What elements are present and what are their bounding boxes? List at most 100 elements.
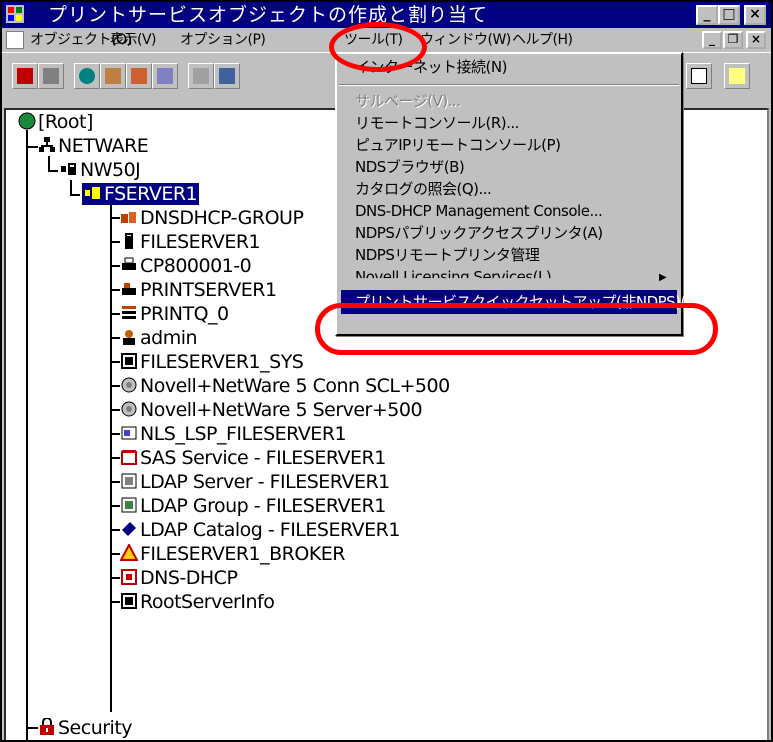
license-icon (120, 376, 138, 394)
lsp-icon (120, 424, 138, 442)
tree-line (48, 156, 50, 170)
user-icon[interactable] (100, 63, 126, 89)
child-server-license[interactable]: Novell+NetWare 5 Server+500 (120, 398, 423, 422)
tree-line (110, 457, 120, 459)
dns-dhcp-icon (120, 568, 138, 586)
menu-options[interactable]: オプション(P) (180, 30, 266, 50)
minimize-button[interactable]: _ (696, 5, 718, 25)
menu-separator (339, 84, 679, 86)
tree-line (26, 130, 28, 740)
tree-org[interactable]: NETWARE (38, 134, 149, 158)
security-icon (38, 716, 56, 736)
printer-icon (120, 256, 138, 274)
child-fileserver1[interactable]: FILESERVER1 (120, 230, 261, 254)
exit-icon[interactable] (12, 63, 38, 89)
child-printq[interactable]: PRINTQ_0 (120, 302, 229, 326)
broker-icon (119, 542, 139, 562)
tree-node-label: DNSDHCP-GROUP (140, 207, 304, 229)
tree-security[interactable]: Security (38, 716, 133, 740)
tree-line (110, 505, 120, 507)
child-ldap-group[interactable]: LDAP Group - FILESERVER1 (120, 494, 386, 518)
tree-line (110, 577, 120, 579)
tree-line (70, 194, 80, 196)
document-icon[interactable] (6, 31, 24, 49)
tree-line (70, 180, 72, 194)
tree-line (110, 217, 120, 219)
tree-line (26, 146, 38, 148)
tree-line (110, 289, 120, 291)
menu-item-dns-dhcp-console[interactable]: DNS-DHCP Management Console... (355, 200, 603, 222)
queue-icon[interactable] (152, 63, 178, 89)
tree-line (110, 433, 120, 435)
menu-item-catalog-query[interactable]: カタログの照会(Q)... (355, 178, 492, 200)
object-icon[interactable] (74, 63, 100, 89)
submenu-arrow-icon: ▶ (659, 272, 667, 283)
volume-icon (120, 352, 138, 370)
tree-root[interactable]: [Root] (18, 110, 93, 134)
nwadmin-app-icon[interactable] (6, 5, 24, 23)
tree-line (110, 361, 120, 363)
menu-item-ndps-public-printer[interactable]: NDPSパブリックアクセスプリンタ(A) (355, 222, 603, 244)
menu-window[interactable]: ウィンドウ(W) (420, 30, 511, 50)
child-ldap-server[interactable]: LDAP Server - FILESERVER1 (120, 470, 390, 494)
tree-node-label: CP800001-0 (140, 255, 252, 277)
tree-node-label: Novell+NetWare 5 Server+500 (140, 399, 423, 421)
root-server-info-icon (120, 592, 138, 610)
browse-icon[interactable] (214, 63, 240, 89)
tree-node-label: LDAP Group - FILESERVER1 (140, 495, 386, 517)
menu-item-remote-console[interactable]: リモートコンソール(R)... (355, 112, 519, 134)
child-printer[interactable]: CP800001-0 (120, 254, 252, 278)
details-icon[interactable] (188, 63, 214, 89)
app-window: プリントサービスオブジェクトの作成と割り当て _ □ × オブジェクト(O) 表… (0, 0, 773, 742)
tree-node-label: FILESERVER1_SYS (140, 351, 304, 373)
tree-node-label: FILESERVER1 (140, 231, 261, 253)
group-icon[interactable] (126, 63, 152, 89)
tree-node-label: LDAP Catalog - FILESERVER1 (140, 519, 400, 541)
tree-node-label: admin (140, 327, 198, 349)
help-icon[interactable] (724, 63, 750, 89)
child-ldap-catalog[interactable]: LDAP Catalog - FILESERVER1 (120, 518, 400, 542)
child-broker[interactable]: FILESERVER1_BROKER (119, 542, 346, 566)
menu-item-nds-browser[interactable]: NDSブラウザ(B) (355, 156, 465, 178)
maximize-button[interactable]: □ (718, 5, 740, 25)
child-rootserverinfo[interactable]: RootServerInfo (120, 590, 275, 614)
server-icon (120, 232, 138, 250)
tools-dropdown-menu: インターネット接続(N) サルベージ(V)... リモートコンソール(R)...… (335, 52, 703, 336)
tree-line (110, 409, 120, 411)
ldap-server-icon (120, 472, 138, 490)
annotation-circle-tools-menu (329, 22, 427, 72)
child-dnsdhcp-group[interactable]: DNSDHCP-GROUP (120, 206, 304, 230)
menu-item-licensing-services[interactable]: Novell Licensing Services(L) (355, 266, 551, 278)
tree-line (110, 313, 120, 315)
print-icon[interactable] (38, 63, 64, 89)
child-dns-dhcp[interactable]: DNS-DHCP (120, 566, 238, 590)
org-unit-icon (60, 160, 78, 178)
globe-icon (18, 112, 36, 130)
tree-line (110, 265, 120, 267)
tool-icon[interactable] (686, 63, 712, 89)
close-button[interactable]: × (744, 5, 766, 25)
menu-view[interactable]: 表示(V) (110, 30, 157, 50)
menu-item-ndps-remote-printer[interactable]: NDPSリモートプリンタ管理 (355, 244, 540, 266)
child-nls-lsp[interactable]: NLS_LSP_FILESERVER1 (120, 422, 347, 446)
child-volume[interactable]: FILESERVER1_SYS (120, 350, 304, 374)
menu-item-salvage[interactable]: サルベージ(V)... (355, 90, 461, 112)
child-sas-service[interactable]: SAS Service - FILESERVER1 (120, 446, 386, 470)
tree-node-label: LDAP Server - FILESERVER1 (140, 471, 390, 493)
menu-item-pure-ip-remote-console[interactable]: ピュアIPリモートコンソール(P) (355, 134, 561, 156)
tree-line (110, 529, 120, 531)
tree-container-selected[interactable]: FSERVER1 (82, 182, 200, 206)
print-queue-icon (120, 304, 138, 322)
tree-node-label: SAS Service - FILESERVER1 (140, 447, 386, 469)
child-admin[interactable]: admin (120, 326, 198, 350)
mdi-restore-button[interactable]: ❐ (723, 31, 743, 49)
mdi-close-button[interactable]: × (746, 31, 766, 49)
tree-ou[interactable]: NW50J (60, 158, 141, 182)
mdi-minimize-button[interactable]: _ (702, 31, 722, 49)
tree-line (110, 337, 120, 339)
child-conn-license[interactable]: Novell+NetWare 5 Conn SCL+500 (120, 374, 450, 398)
org-unit-icon (84, 184, 102, 202)
child-printserver1[interactable]: PRINTSERVER1 (120, 278, 277, 302)
tree-line (26, 727, 38, 729)
menu-help[interactable]: ヘルプ(H) (512, 30, 573, 50)
